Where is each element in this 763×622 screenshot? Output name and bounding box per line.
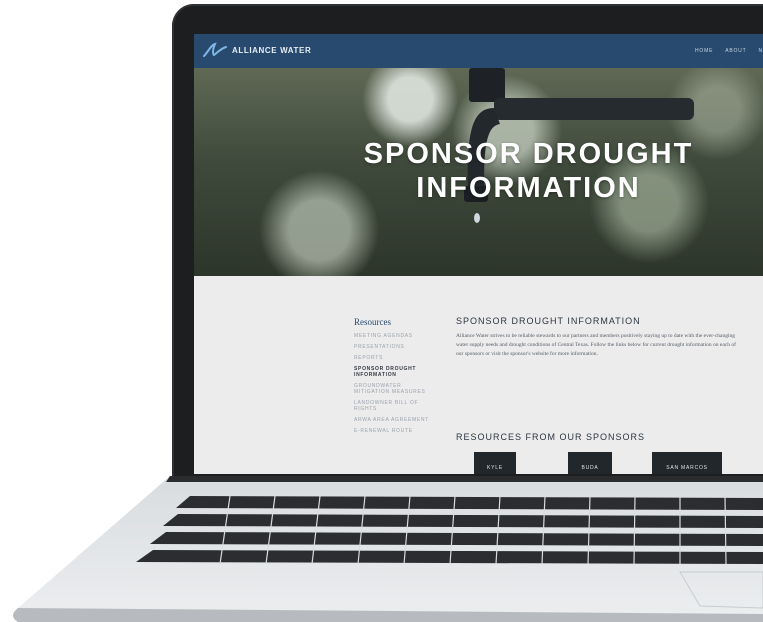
nav-news[interactable]: NE [758, 48, 763, 54]
nav-about[interactable]: ABOUT [725, 48, 746, 54]
nav-home[interactable]: HOME [695, 48, 713, 54]
sponsor-button-buda[interactable]: BUDA [568, 452, 612, 474]
sponsor-button-kyle[interactable]: KYLE [474, 452, 516, 474]
main-nav: HOME ABOUT NE [695, 48, 763, 54]
alliance-water-logo-icon[interactable] [202, 41, 228, 61]
hero-title-line-1: SPONSOR DROUGHT [363, 138, 694, 170]
main-content: SPONSOR DROUGHT INFORMATION Alliance Wat… [456, 316, 756, 359]
page-title: SPONSOR DROUGHT INFORMATION [456, 316, 641, 326]
sidebar-item-landowner-bill-of-rights[interactable]: LANDOWNER BILL OF RIGHTS [354, 400, 434, 412]
laptop-screen: ALLIANCE WATER HOME ABOUT NE SPONSOR DRO… [194, 34, 763, 474]
resources-heading: RESOURCES FROM OUR SPONSORS [456, 432, 646, 442]
brand-name[interactable]: ALLIANCE WATER [232, 46, 311, 55]
sponsor-button-san-marcos[interactable]: SAN MARCOS [652, 452, 722, 474]
sidebar-item-presentations[interactable]: PRESENTATIONS [354, 344, 434, 350]
site-header: ALLIANCE WATER HOME ABOUT NE [194, 34, 763, 68]
sidebar-item-meeting-agendas[interactable]: MEETING AGENDAS [354, 333, 434, 339]
laptop-base [13, 476, 763, 622]
sidebar-item-sponsor-drought-information[interactable]: SPONSOR DROUGHT INFORMATION [354, 366, 434, 378]
sidebar-item-e-renewal-route[interactable]: E-RENEWAL ROUTE [354, 428, 434, 434]
hero-title-line-2: INFORMATION [416, 172, 641, 204]
sidebar-item-groundwater-mitigation-measures[interactable]: GROUNDWATER MITIGATION MEASURES [354, 383, 434, 395]
sidebar-item-reports[interactable]: REPORTS [354, 355, 434, 361]
resources-sidebar: Resources MEETING AGENDAS PRESENTATIONS … [354, 317, 434, 439]
sidebar-item-arwa-area-agreement[interactable]: ARWA AREA AGREEMENT [354, 417, 434, 423]
sidebar-heading: Resources [354, 317, 391, 327]
intro-paragraph: Alliance Water strives to be reliable st… [456, 333, 736, 357]
